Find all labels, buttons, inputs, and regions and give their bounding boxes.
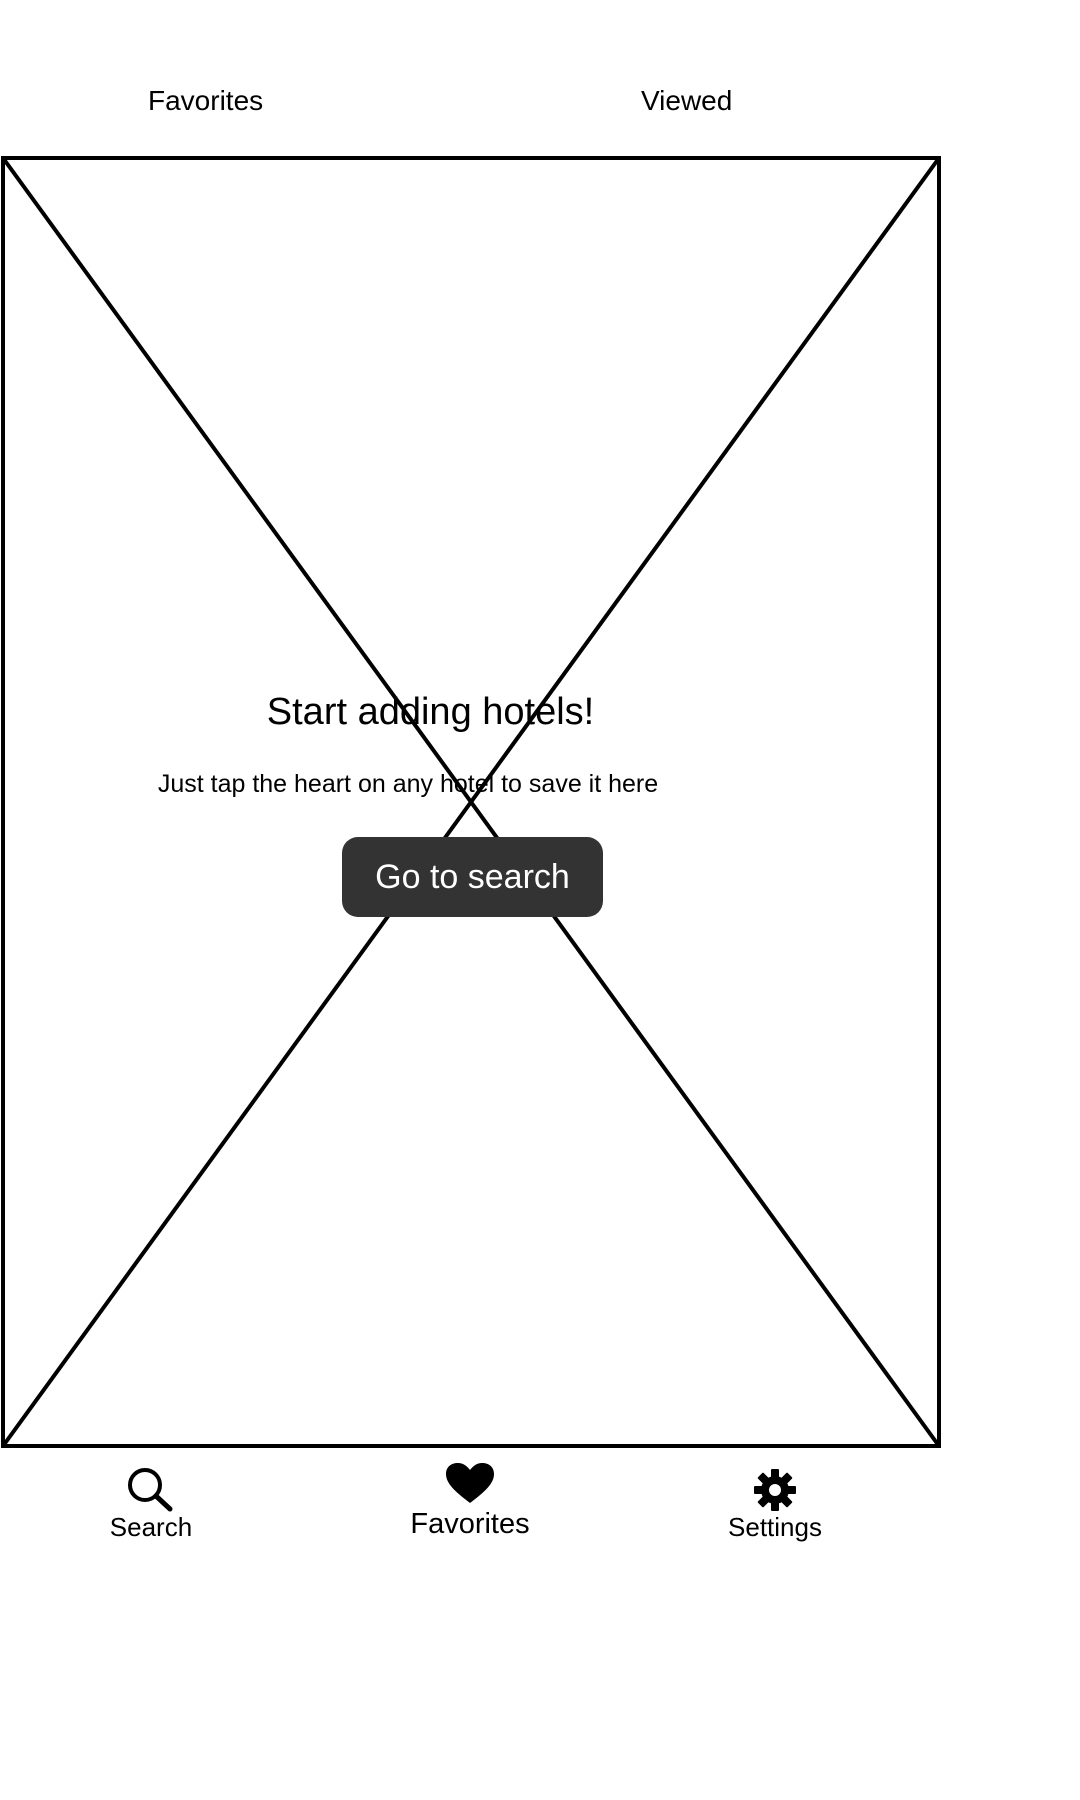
tab-viewed[interactable]: Viewed — [641, 85, 732, 117]
placeholder-cross-graphic — [1, 156, 941, 1448]
nav-label-search: Search — [109, 1512, 193, 1542]
empty-state-subtitle: Just tap the heart on any hotel to save … — [157, 770, 659, 798]
nav-label-favorites: Favorites — [410, 1508, 530, 1540]
nav-label-settings: Settings — [728, 1512, 822, 1542]
image-placeholder — [0, 155, 941, 1448]
nav-item-favorites[interactable]: Favorites — [390, 1462, 550, 1541]
go-to-search-button[interactable]: Go to search — [342, 837, 603, 917]
heart-icon — [446, 1463, 494, 1503]
tab-favorites[interactable]: Favorites — [148, 85, 263, 117]
nav-item-search[interactable]: Search — [95, 1466, 207, 1543]
nav-item-settings[interactable]: Settings — [715, 1468, 835, 1543]
empty-state-title: Start adding hotels! — [266, 691, 595, 733]
gear-icon — [754, 1469, 796, 1511]
search-icon — [128, 1468, 173, 1512]
